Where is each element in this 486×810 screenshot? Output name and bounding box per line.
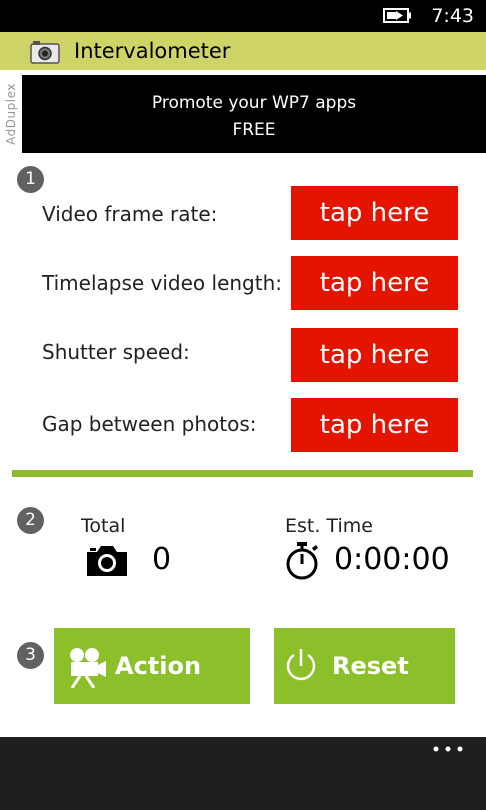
ad-line-2: FREE xyxy=(232,120,276,140)
page-title: Intervalometer xyxy=(74,39,231,63)
gap-between-photos-button[interactable]: tap here xyxy=(291,398,458,452)
camera-icon xyxy=(30,41,60,64)
video-frame-rate-label: Video frame rate: xyxy=(42,202,218,226)
gap-between-photos-label: Gap between photos: xyxy=(42,412,257,436)
video-camera-icon xyxy=(70,648,106,688)
ad-provider-label: AdDuplex xyxy=(0,75,22,153)
app-bar xyxy=(0,737,486,810)
video-frame-rate-button[interactable]: tap here xyxy=(291,186,458,240)
camera-icon xyxy=(87,546,127,576)
power-icon xyxy=(286,649,316,681)
action-label: Action xyxy=(115,652,202,680)
section-divider xyxy=(12,470,473,477)
shutter-speed-button[interactable]: tap here xyxy=(291,328,458,382)
step-1-badge: 1 xyxy=(17,166,44,193)
timelapse-length-button[interactable]: tap here xyxy=(291,256,458,310)
reset-button[interactable]: Reset xyxy=(274,628,455,704)
reset-label: Reset xyxy=(332,652,409,680)
clock: 7:43 xyxy=(431,5,474,27)
step-3-badge: 3 xyxy=(17,642,44,669)
total-label: Total xyxy=(81,515,126,537)
ad-line-1: Promote your WP7 apps xyxy=(151,93,357,113)
status-bar: 7:43 xyxy=(0,0,486,32)
action-button[interactable]: Action xyxy=(54,628,250,704)
shutter-speed-label: Shutter speed: xyxy=(42,340,190,364)
est-time-value: 0:00:00 xyxy=(334,542,450,577)
timelapse-length-label: Timelapse video length: xyxy=(42,271,283,295)
ellipsis-icon[interactable] xyxy=(432,741,464,757)
title-bar: Intervalometer xyxy=(0,32,486,72)
stopwatch-icon xyxy=(286,542,318,580)
est-time-label: Est. Time xyxy=(285,515,373,537)
battery-charging-icon xyxy=(383,8,411,23)
ad-banner[interactable]: Promote your WP7 apps FREE xyxy=(22,75,486,153)
step-2-badge: 2 xyxy=(17,507,44,534)
total-value: 0 xyxy=(152,542,172,577)
